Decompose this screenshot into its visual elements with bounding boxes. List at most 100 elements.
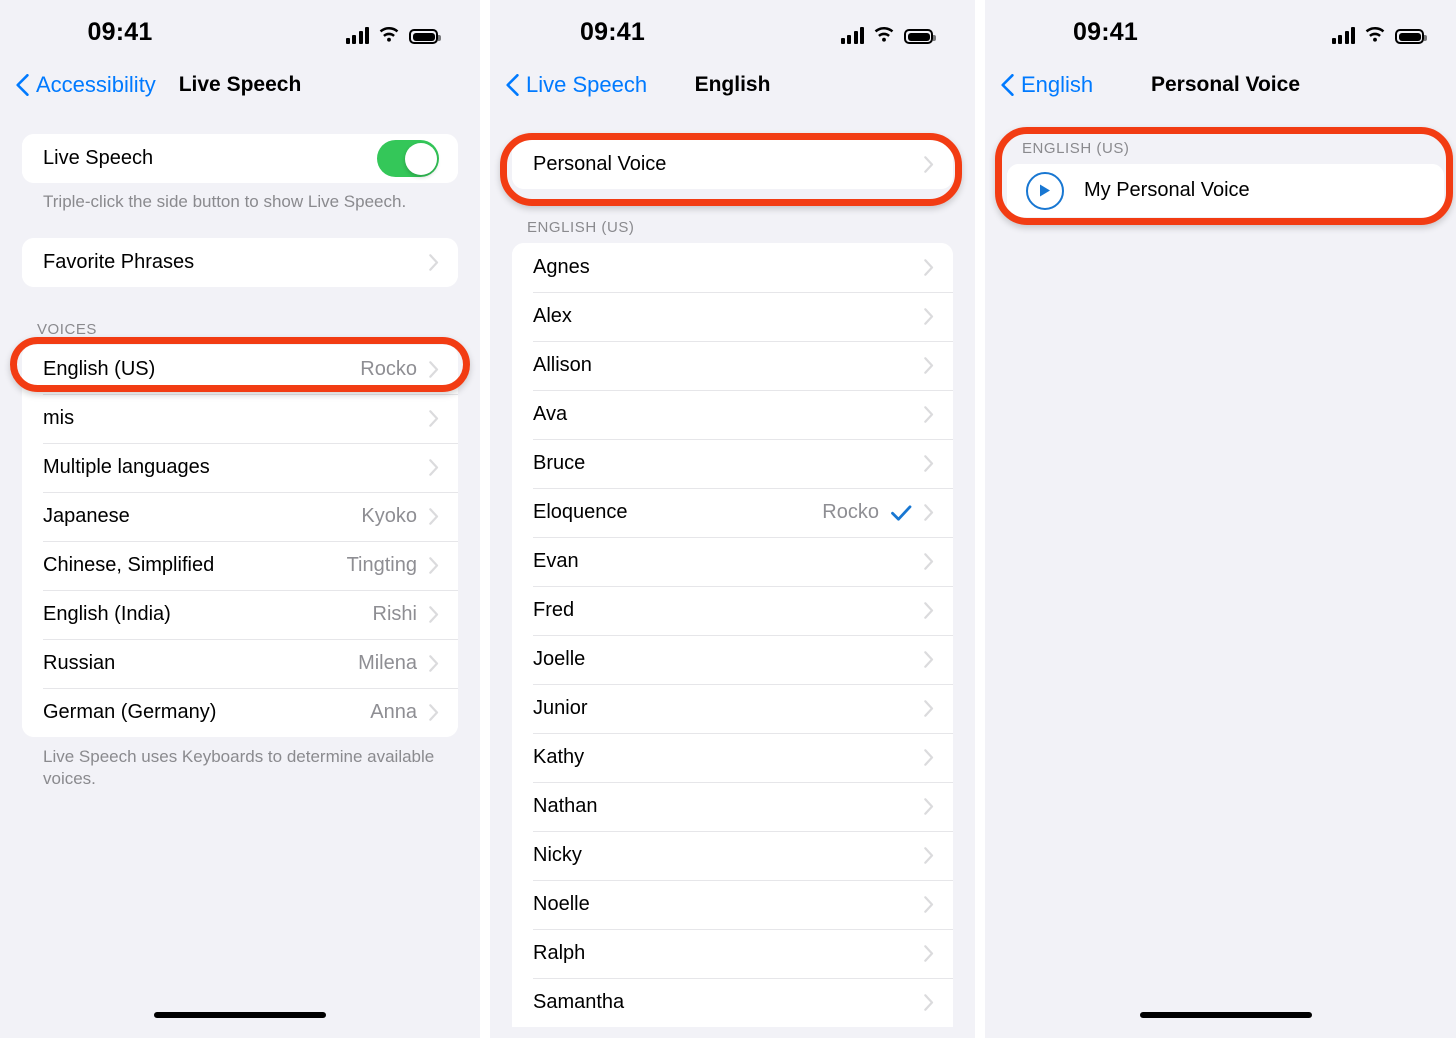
table-row[interactable]: German (Germany) Anna	[22, 688, 458, 737]
row-label: Kathy	[533, 746, 585, 768]
row-value: Anna	[370, 701, 417, 723]
status-bar: 09:41	[490, 0, 975, 62]
chevron-right-icon	[924, 749, 934, 766]
screen-live-speech: 09:41 Accessibility Live Speech Live Spe…	[0, 0, 480, 1038]
table-row[interactable]: Joelle	[512, 635, 953, 684]
row-label: Nicky	[533, 844, 582, 866]
table-row[interactable]: English (US) Rocko	[22, 345, 458, 394]
chevron-right-icon	[429, 606, 439, 623]
chevron-right-icon	[429, 704, 439, 721]
row-label: Ralph	[533, 942, 586, 964]
screen-english: 09:41 Live Speech English Personal Voice	[490, 0, 975, 1038]
favorite-phrases-group: Favorite Phrases	[22, 238, 458, 287]
chevron-right-icon	[924, 156, 934, 173]
voices-footer-text: Live Speech uses Keyboards to determine …	[43, 747, 435, 789]
live-speech-footer-text: Triple-click the side button to show Liv…	[43, 192, 407, 211]
personal-voice-group: My Personal Voice	[1007, 164, 1444, 217]
table-row[interactable]: Noelle	[512, 880, 953, 929]
row-value: Tingting	[346, 554, 417, 576]
row-favorite-phrases[interactable]: Favorite Phrases	[22, 238, 458, 287]
table-row[interactable]: Ava	[512, 390, 953, 439]
chevron-right-icon	[429, 557, 439, 574]
navigation-bar: Live Speech English	[490, 62, 975, 118]
table-row[interactable]: Junior	[512, 684, 953, 733]
row-label: Nathan	[533, 795, 598, 817]
row-value: Rocko	[822, 501, 879, 523]
chevron-right-icon	[924, 308, 934, 325]
three-screenshot-series: 09:41 Accessibility Live Speech Live Spe…	[0, 0, 1456, 1038]
table-row[interactable]: Nathan	[512, 782, 953, 831]
play-circle-icon[interactable]	[1026, 171, 1064, 210]
row-personal-voice[interactable]: Personal Voice	[512, 140, 953, 189]
table-row[interactable]: Eloquence Rocko	[512, 488, 953, 537]
chevron-right-icon	[429, 655, 439, 672]
checkmark-icon	[891, 504, 912, 521]
chevron-right-icon	[924, 700, 934, 717]
page-title: Live Speech	[178, 73, 302, 96]
row-label: Noelle	[533, 893, 590, 915]
row-label: English (India)	[43, 603, 171, 625]
chevron-right-icon	[924, 945, 934, 962]
row-label: Evan	[533, 550, 579, 572]
row-live-speech[interactable]: Live Speech	[22, 134, 458, 183]
row-label: Chinese, Simplified	[43, 554, 215, 576]
cellular-signal-icon	[345, 27, 369, 44]
english-us-section-header: ENGLISH (US)	[1022, 140, 1130, 157]
chevron-right-icon	[429, 254, 439, 271]
table-row[interactable]: Russian Milena	[22, 639, 458, 688]
chevron-right-icon	[924, 259, 934, 276]
table-row[interactable]: Fred	[512, 586, 953, 635]
row-value: Rocko	[360, 358, 417, 380]
table-row[interactable]: Samantha	[512, 978, 953, 1027]
status-bar-icons	[345, 20, 441, 44]
row-label: Joelle	[533, 648, 586, 670]
table-row[interactable]: Evan	[512, 537, 953, 586]
status-bar: 09:41	[0, 0, 480, 62]
row-value: Kyoko	[361, 505, 417, 527]
english-us-section-header: ENGLISH (US)	[527, 219, 635, 236]
status-bar-icons	[1331, 20, 1427, 44]
chevron-right-icon	[924, 896, 934, 913]
page-title: English	[694, 73, 771, 96]
toggle-knob	[404, 142, 437, 175]
row-label: Agnes	[533, 256, 590, 278]
table-row[interactable]: Bruce	[512, 439, 953, 488]
battery-icon	[409, 29, 441, 44]
cellular-signal-icon	[1331, 27, 1355, 44]
row-label: Allison	[533, 354, 592, 376]
table-row[interactable]: Allison	[512, 341, 953, 390]
status-bar: 09:41	[985, 0, 1456, 62]
chevron-right-icon	[924, 798, 934, 815]
voices-list: English (US) Rocko mis Multiple languages Ja…	[22, 345, 458, 737]
english-voices-list: Agnes Alex Allison Ava Bruce Eloquence Rocko Ev…	[512, 243, 953, 1027]
table-row[interactable]: Alex	[512, 292, 953, 341]
table-row[interactable]: mis	[22, 394, 458, 443]
table-row[interactable]: Agnes	[512, 243, 953, 292]
table-row[interactable]: English (India) Rishi	[22, 590, 458, 639]
wifi-icon	[378, 26, 400, 44]
row-label: My Personal Voice	[1084, 179, 1250, 201]
row-value: Milena	[358, 652, 417, 674]
cellular-signal-icon	[840, 27, 864, 44]
chevron-right-icon	[924, 357, 934, 374]
navigation-bar: English Personal Voice	[985, 62, 1456, 118]
wifi-icon	[1364, 26, 1386, 44]
chevron-right-icon	[429, 508, 439, 525]
chevron-right-icon	[924, 553, 934, 570]
live-speech-toggle[interactable]	[377, 140, 439, 177]
table-row[interactable]: Chinese, Simplified Tingting	[22, 541, 458, 590]
home-indicator	[985, 1012, 1456, 1018]
table-row[interactable]: Ralph	[512, 929, 953, 978]
row-my-personal-voice[interactable]: My Personal Voice	[1007, 164, 1444, 217]
table-row[interactable]: Kathy	[512, 733, 953, 782]
chevron-right-icon	[924, 455, 934, 472]
table-row[interactable]: Nicky	[512, 831, 953, 880]
row-label: Live Speech	[43, 147, 154, 169]
row-label: Japanese	[43, 505, 130, 527]
chevron-right-icon	[429, 410, 439, 427]
live-speech-toggle-group: Live Speech	[22, 134, 458, 183]
battery-icon	[904, 29, 936, 44]
table-row[interactable]: Multiple languages	[22, 443, 458, 492]
home-indicator	[0, 1012, 480, 1018]
table-row[interactable]: Japanese Kyoko	[22, 492, 458, 541]
